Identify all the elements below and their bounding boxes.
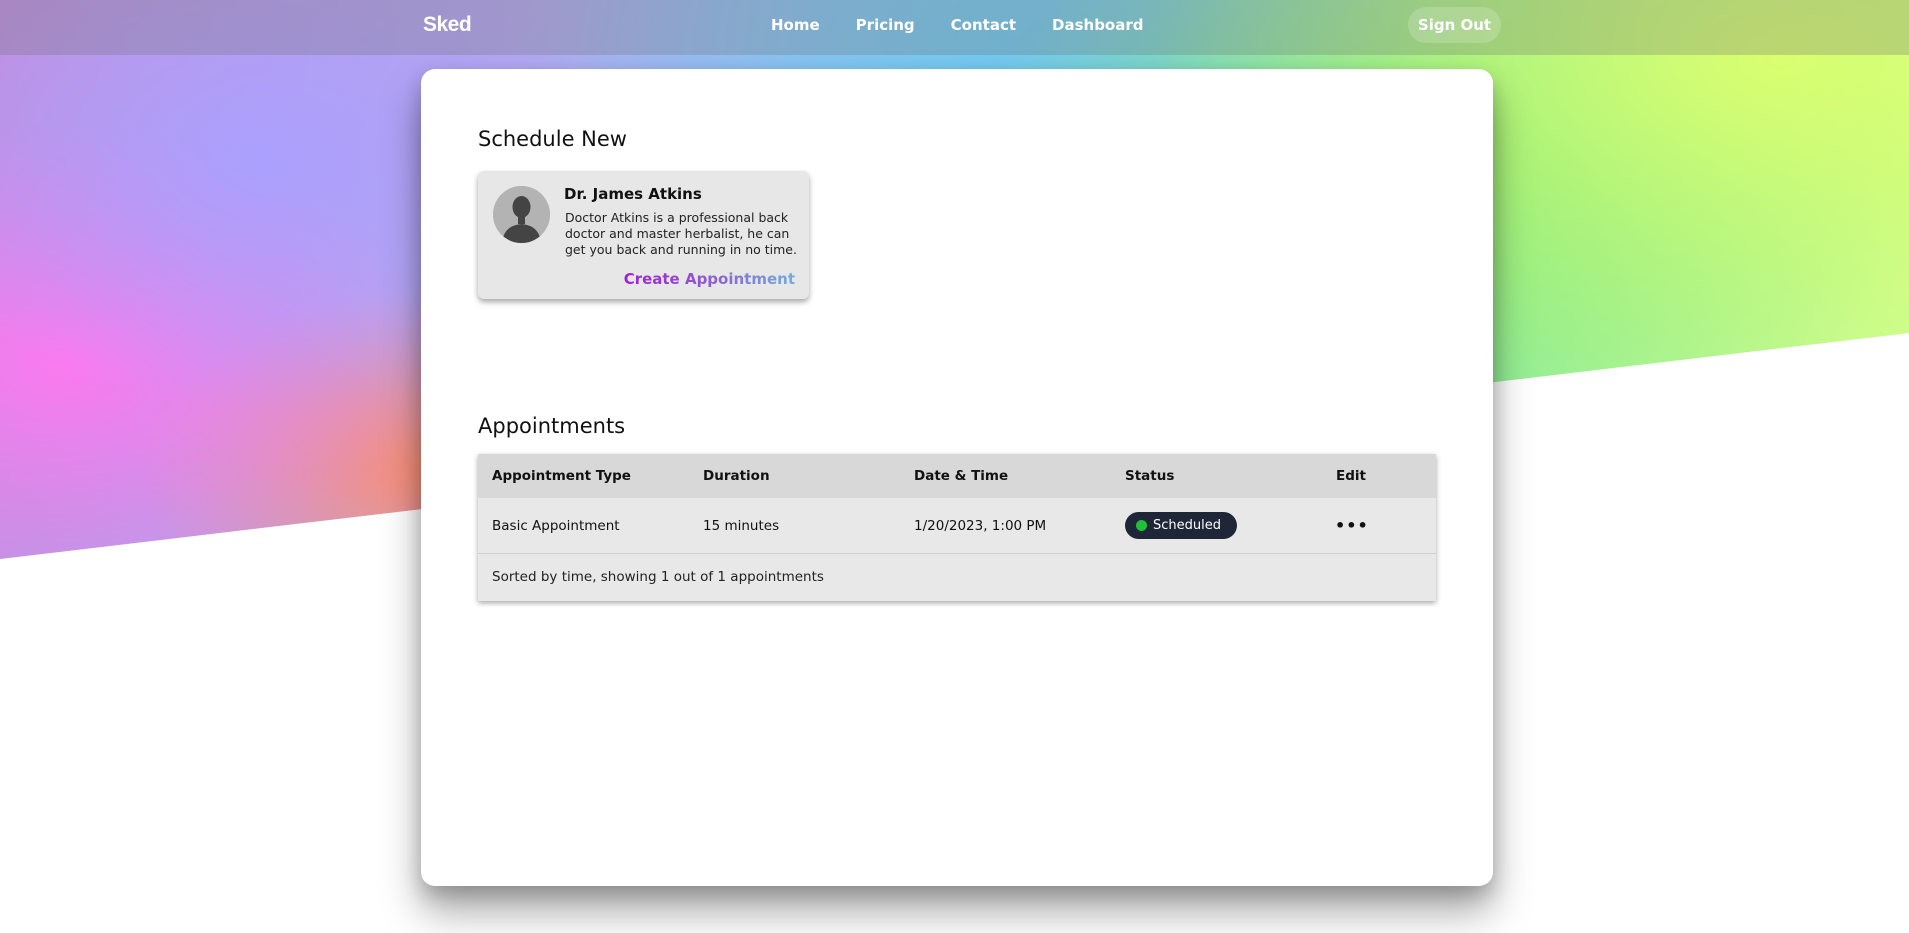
table-footer: Sorted by time, showing 1 out of 1 appoi…: [492, 569, 824, 585]
column-header-duration: Duration: [703, 468, 770, 484]
nav-link-contact[interactable]: Contact: [951, 16, 1016, 34]
top-navbar: Sked Home Pricing Contact Dashboard Sign…: [0, 0, 1909, 55]
appointments-table: Appointment Type Duration Date & Time St…: [478, 454, 1436, 601]
appointment-datetime: 1/20/2023, 1:00 PM: [914, 518, 1047, 534]
appointment-type: Basic Appointment: [492, 518, 620, 534]
appointments-heading: Appointments: [478, 414, 626, 438]
main-card: Schedule New Dr. James Atkins Doctor Atk…: [421, 69, 1493, 886]
more-horizontal-icon[interactable]: •••: [1335, 516, 1368, 536]
nav-link-home[interactable]: Home: [771, 16, 820, 34]
table-row[interactable]: Basic Appointment 15 minutes 1/20/2023, …: [478, 498, 1436, 554]
doctor-name: Dr. James Atkins: [564, 185, 702, 203]
create-appointment-link[interactable]: Create Appointment: [624, 270, 795, 288]
column-header-datetime: Date & Time: [914, 468, 1009, 484]
sign-out-button[interactable]: Sign Out: [1408, 7, 1501, 43]
schedule-new-heading: Schedule New: [478, 127, 627, 151]
logo[interactable]: Sked: [423, 13, 472, 37]
nav-links: Home Pricing Contact Dashboard: [771, 16, 1144, 34]
column-header-edit: Edit: [1336, 468, 1366, 484]
doctor-card: Dr. James Atkins Doctor Atkins is a prof…: [478, 171, 809, 299]
doctor-description: Doctor Atkins is a professional back doc…: [565, 210, 797, 257]
column-header-type: Appointment Type: [492, 468, 631, 484]
status-dot-icon: [1136, 520, 1147, 531]
appointment-duration: 15 minutes: [703, 518, 780, 534]
table-header: Appointment Type Duration Date & Time St…: [478, 454, 1436, 498]
status-label: Scheduled: [1153, 518, 1221, 533]
status-badge: Scheduled: [1125, 512, 1237, 539]
nav-link-pricing[interactable]: Pricing: [856, 16, 915, 34]
person-silhouette-icon: [493, 186, 550, 243]
nav-link-dashboard[interactable]: Dashboard: [1052, 16, 1143, 34]
column-header-status: Status: [1125, 468, 1175, 484]
